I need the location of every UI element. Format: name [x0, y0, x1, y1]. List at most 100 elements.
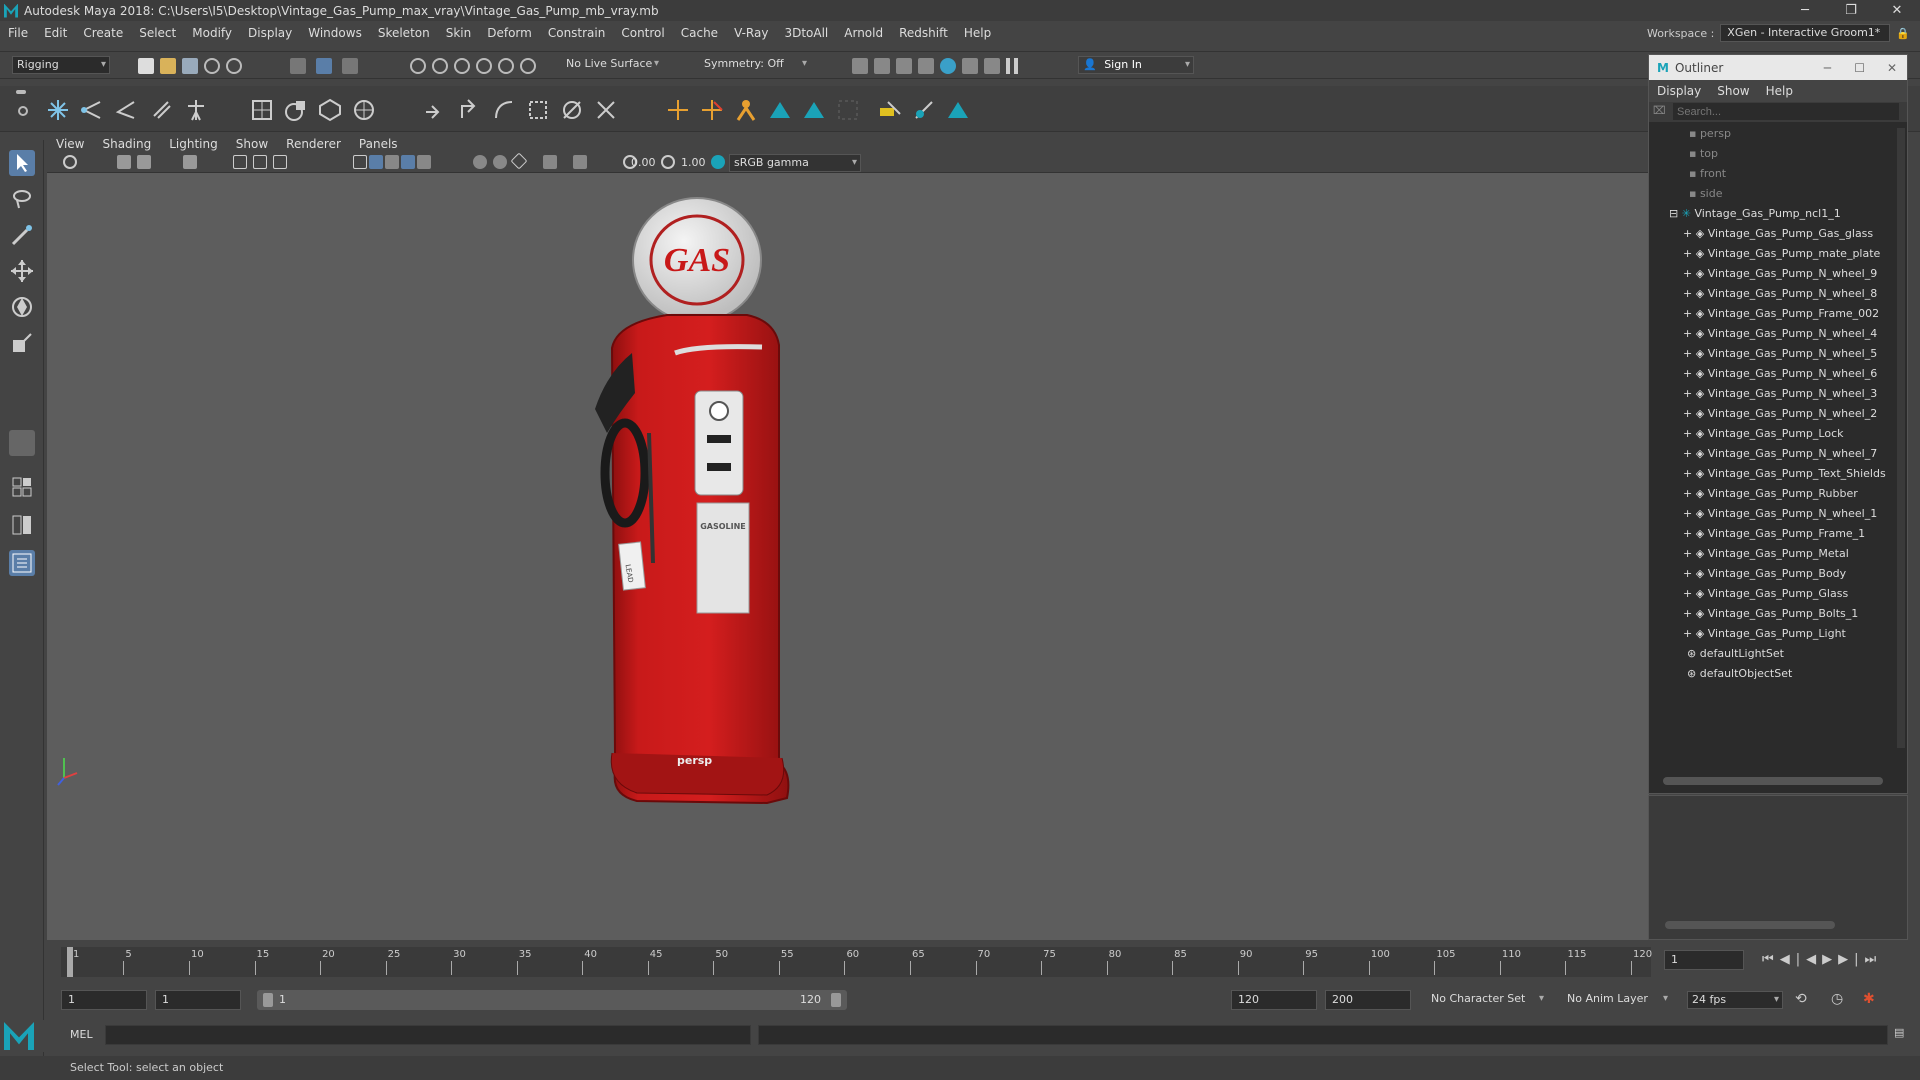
outliner-child-row[interactable]: + ◈ Vintage_Gas_Pump_N_wheel_5	[1683, 344, 1877, 364]
smooth-shade-icon[interactable]	[369, 155, 383, 169]
rotate-tool-icon[interactable]	[9, 294, 35, 320]
constraint-point-icon[interactable]	[424, 98, 448, 122]
film-gate-icon[interactable]	[253, 155, 267, 169]
animation-end-field[interactable]: 200	[1325, 990, 1411, 1010]
bookmark-icon[interactable]	[137, 155, 151, 169]
playback-start-field[interactable]: 1	[155, 990, 241, 1010]
snap-point-icon[interactable]	[454, 58, 470, 74]
outliner-horizontal-scrollbar[interactable]	[1663, 777, 1883, 785]
use-all-lights-icon[interactable]	[401, 155, 415, 169]
character-set-dropdown[interactable]: No Character Set	[1427, 991, 1547, 1009]
outliner-child-row[interactable]: + ◈ Vintage_Gas_Pump_N_wheel_2	[1683, 404, 1877, 424]
new-scene-icon[interactable]	[138, 58, 154, 74]
outliner-child-row[interactable]: + ◈ Vintage_Gas_Pump_Bolts_1	[1683, 604, 1858, 624]
viewport-menu-lighting[interactable]: Lighting	[160, 137, 227, 151]
outliner-child-row[interactable]: + ◈ Vintage_Gas_Pump_Metal	[1683, 544, 1849, 564]
expand-icon[interactable]: +	[1683, 307, 1696, 320]
outliner-camera-top[interactable]: ▪ top	[1689, 144, 1718, 164]
panel-horizontal-scrollbar[interactable]	[1665, 921, 1835, 929]
viewport-menu-panels[interactable]: Panels	[350, 137, 407, 151]
ik-spline-icon[interactable]	[114, 98, 138, 122]
single-perspective-layout-icon[interactable]	[9, 474, 35, 500]
isolate-select-icon[interactable]	[543, 155, 557, 169]
ipr-render-icon[interactable]	[874, 58, 890, 74]
set-key-icon[interactable]	[700, 98, 724, 122]
paint-weights-icon[interactable]	[802, 98, 826, 122]
mirror-weights-icon[interactable]	[912, 98, 936, 122]
character-set-icon[interactable]	[734, 98, 758, 122]
gamma-icon[interactable]	[661, 155, 675, 169]
script-editor-icon[interactable]: ▤	[1894, 1026, 1904, 1039]
outliner-child-row[interactable]: + ◈ Vintage_Gas_Pump_N_wheel_4	[1683, 324, 1877, 344]
range-start-handle[interactable]	[263, 993, 273, 1007]
expand-icon[interactable]: +	[1683, 247, 1696, 260]
command-input[interactable]	[105, 1025, 751, 1045]
lock-icon[interactable]: 🔒	[1896, 27, 1910, 40]
color-management-icon[interactable]	[711, 155, 725, 169]
joint-tool-icon[interactable]	[46, 98, 70, 122]
soft-select-icon[interactable]	[9, 430, 35, 456]
select-components-icon[interactable]	[342, 58, 358, 74]
script-language-button[interactable]: MEL	[70, 1028, 93, 1041]
outliner-camera-persp[interactable]: ▪ persp	[1689, 124, 1731, 144]
snap-curve-icon[interactable]	[432, 58, 448, 74]
lattice-icon[interactable]	[250, 98, 274, 122]
outliner-set-row[interactable]: ⊛ defaultLightSet	[1687, 644, 1784, 664]
fps-dropdown[interactable]: 24 fps	[1687, 991, 1783, 1009]
outliner-menu-help[interactable]: Help	[1758, 84, 1801, 98]
skin-weights-icon[interactable]	[768, 98, 792, 122]
exposure-value[interactable]: 0.00	[631, 156, 656, 169]
outliner-child-row[interactable]: + ◈ Vintage_Gas_Pump_Text_Shields	[1683, 464, 1886, 484]
expand-icon[interactable]: +	[1683, 527, 1696, 540]
select-objects-icon[interactable]	[316, 58, 332, 74]
menu-edit[interactable]: Edit	[36, 22, 75, 44]
outliner-child-row[interactable]: + ◈ Vintage_Gas_Pump_N_wheel_9	[1683, 264, 1877, 284]
viewport-menu-shading[interactable]: Shading	[93, 137, 160, 151]
outliner-menu-display[interactable]: Display	[1649, 84, 1709, 98]
outliner-menu-show[interactable]: Show	[1709, 84, 1757, 98]
outliner-child-row[interactable]: + ◈ Vintage_Gas_Pump_Frame_002	[1683, 304, 1879, 324]
snap-grid-icon[interactable]	[410, 58, 426, 74]
constraint-parent-icon[interactable]	[560, 98, 584, 122]
cluster-icon[interactable]	[318, 98, 342, 122]
viewport-menu-view[interactable]: View	[47, 137, 93, 151]
outliner-camera-side[interactable]: ▪ side	[1689, 184, 1723, 204]
outliner-child-row[interactable]: + ◈ Vintage_Gas_Pump_Light	[1683, 624, 1846, 644]
select-tool-icon[interactable]	[9, 150, 35, 176]
expand-icon[interactable]: +	[1683, 587, 1696, 600]
motion-blur-icon[interactable]	[493, 155, 507, 169]
menu-arnold[interactable]: Arnold	[836, 22, 891, 44]
auto-key-icon[interactable]: ◷	[1831, 991, 1843, 1007]
outliner-group-row[interactable]: ⊟ ✳ Vintage_Gas_Pump_ncl1_1	[1669, 204, 1841, 224]
constraint-aim-icon[interactable]	[458, 98, 482, 122]
empty-shelf-slot-icon[interactable]	[836, 98, 860, 122]
move-tool-icon[interactable]	[9, 258, 35, 284]
expand-icon[interactable]: +	[1683, 467, 1696, 480]
viewport-menu-renderer[interactable]: Renderer	[277, 137, 350, 151]
menu-control[interactable]: Control	[613, 22, 672, 44]
menu-constrain[interactable]: Constrain	[540, 22, 614, 44]
expand-icon[interactable]: +	[1683, 367, 1696, 380]
live-surface-dropdown[interactable]: No Live Surface	[562, 56, 662, 74]
animation-prefs-icon[interactable]: ✱	[1863, 991, 1875, 1007]
ambient-occlusion-icon[interactable]	[473, 155, 487, 169]
menu-redshift[interactable]: Redshift	[891, 22, 956, 44]
collapse-icon[interactable]: ⊟	[1669, 207, 1682, 220]
vray-ipr-icon[interactable]	[984, 58, 1000, 74]
outliner-minimize-button[interactable]: ─	[1824, 61, 1831, 75]
symmetry-dropdown[interactable]: Symmetry: Off	[700, 56, 810, 74]
menu-help[interactable]: Help	[956, 22, 999, 44]
anti-aliasing-icon[interactable]	[510, 152, 528, 170]
lasso-tool-icon[interactable]	[9, 186, 35, 212]
locator-icon[interactable]	[666, 98, 690, 122]
expand-icon[interactable]: +	[1683, 487, 1696, 500]
expand-icon[interactable]: +	[1683, 607, 1696, 620]
menu-windows[interactable]: Windows	[300, 22, 370, 44]
paint-select-tool-icon[interactable]	[9, 222, 35, 248]
menu-skin[interactable]: Skin	[438, 22, 480, 44]
shelf-menu-icon[interactable]	[16, 90, 26, 94]
outliner-child-row[interactable]: + ◈ Vintage_Gas_Pump_N_wheel_3	[1683, 384, 1877, 404]
menu-file[interactable]: File	[0, 22, 36, 44]
sign-in-dropdown[interactable]: 👤 Sign In	[1078, 56, 1194, 74]
expand-icon[interactable]: +	[1683, 427, 1696, 440]
